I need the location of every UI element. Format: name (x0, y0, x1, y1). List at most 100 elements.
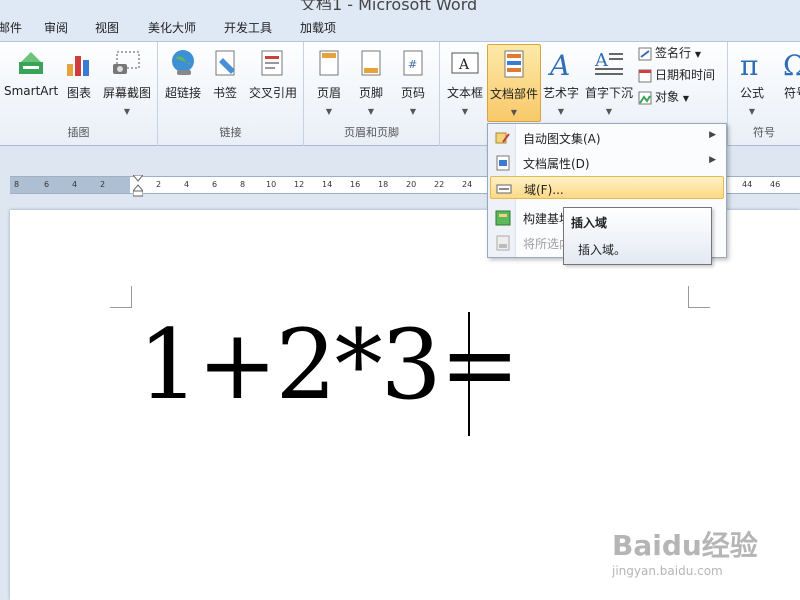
textbox-icon: A (449, 48, 481, 80)
watermark-url: jingyan.baidu.com (612, 564, 723, 578)
calendar-icon (638, 69, 652, 83)
tab-beautify[interactable]: 美化大师 (148, 19, 196, 36)
tooltip-description: 插入域。 (578, 243, 627, 257)
group-label-symbols: 符号 (753, 126, 775, 139)
chevron-down-icon: ▼ (510, 108, 518, 117)
ruler-label: 44 (742, 180, 753, 189)
svg-text:A: A (458, 57, 470, 73)
object-icon (638, 91, 652, 105)
margin-corner-top-left (110, 286, 132, 308)
pi-icon: π (736, 48, 768, 82)
tab-view[interactable]: 视图 (95, 19, 119, 36)
field-tooltip: 插入域 插入域。 (563, 207, 712, 265)
ruler-label: 6 (44, 180, 50, 189)
ruler-label: 8 (14, 180, 20, 189)
cross-reference-button[interactable]: 交叉引用 (246, 44, 300, 122)
ruler-label: 2 (156, 180, 162, 189)
group-label-links: 链接 (219, 126, 242, 139)
object-button[interactable]: 对象 ▼ (638, 88, 689, 110)
ruler-label: 10 (266, 180, 277, 189)
ruler-label: 4 (184, 180, 190, 189)
ruler-label: 12 (294, 180, 305, 189)
ruler-label: 6 (212, 180, 218, 189)
tab-review[interactable]: 审阅 (44, 19, 68, 36)
menu-item-document-property[interactable]: 文档属性(D) ▶ (490, 151, 724, 174)
chevron-down-icon: ▼ (461, 107, 469, 116)
menu-item-field[interactable]: 域(F)... (490, 176, 724, 199)
building-blocks-icon (495, 210, 511, 226)
group-label-illustrations: 插图 (67, 126, 90, 139)
ruler-label: 24 (462, 180, 473, 189)
wordart-icon: A (545, 48, 577, 82)
save-selection-icon (495, 235, 511, 251)
document-property-icon (495, 155, 511, 171)
watermark-logo: Baidu经验 (612, 529, 758, 562)
quick-parts-button[interactable]: 文档部件 ▼ (487, 44, 541, 122)
field-icon (496, 181, 512, 197)
ruler-label: 14 (322, 180, 333, 189)
ruler-label: 22 (434, 180, 445, 189)
chart-icon (63, 48, 95, 80)
cross-reference-icon (257, 48, 289, 80)
title-bar: 文档1 - Microsoft Word (0, 0, 800, 10)
bookmark-button[interactable]: 书签 (208, 44, 242, 122)
ruler-label: 2 (100, 180, 106, 189)
ruler-label: 18 (378, 180, 389, 189)
ruler-label: 20 (406, 180, 417, 189)
symbol-button[interactable]: Ω 符号 (776, 44, 800, 122)
tab-addins[interactable]: 加载项 (300, 19, 336, 36)
svg-text:Ω: Ω (783, 49, 800, 80)
signature-icon (638, 47, 652, 61)
screenshot-icon (111, 48, 143, 80)
globe-link-icon (167, 48, 199, 80)
textbox-button[interactable]: A 文本框 ▼ (444, 44, 486, 122)
chevron-down-icon: ▼ (325, 107, 333, 116)
screenshot-button[interactable]: 屏幕截图 ▼ (100, 44, 154, 122)
chevron-right-icon: ▶ (709, 130, 716, 140)
menu-item-autotext[interactable]: 自动图文集(A) ▶ (490, 126, 724, 149)
bookmark-icon (209, 48, 241, 80)
chevron-down-icon: ▼ (123, 107, 131, 116)
quick-parts-icon (498, 49, 530, 81)
wordart-button[interactable]: A 艺术字 ▼ (541, 44, 581, 122)
signature-line-button[interactable]: 签名行 ▼ (638, 44, 701, 66)
footer-button[interactable]: 页脚 ▼ (352, 44, 390, 122)
document-text[interactable]: 1+2*3= (138, 310, 520, 420)
chevron-down-icon: ▼ (409, 107, 417, 116)
smartart-button[interactable]: SmartArt (4, 44, 58, 122)
chevron-down-icon: ▼ (605, 107, 613, 116)
margin-corner-top-right (688, 286, 710, 308)
chart-button[interactable]: 图表 (62, 44, 96, 122)
chevron-down-icon: ▼ (557, 107, 565, 116)
footer-icon (355, 48, 387, 80)
chevron-down-icon: ▼ (682, 94, 689, 103)
equation-button[interactable]: π 公式 ▼ (732, 44, 772, 122)
header-icon (313, 48, 345, 80)
ruler-margin (10, 177, 130, 193)
group-label-header-footer: 页眉和页脚 (344, 126, 399, 139)
chevron-down-icon: ▼ (367, 107, 375, 116)
header-button[interactable]: 页眉 ▼ (310, 44, 348, 122)
smartart-icon (15, 48, 47, 80)
date-time-button[interactable]: 日期和时间 (638, 66, 715, 88)
ruler-label: 16 (350, 180, 361, 189)
group-links: 超链接 书签 交叉引用 链接 (158, 42, 304, 146)
tab-developer[interactable]: 开发工具 (224, 19, 272, 36)
text-cursor (468, 312, 470, 436)
chevron-down-icon: ▼ (694, 50, 701, 59)
tab-mail[interactable]: 邮件 (0, 19, 22, 36)
page-number-icon: # (397, 48, 429, 80)
svg-text:π: π (740, 49, 758, 80)
svg-text:#: # (408, 58, 417, 71)
group-illustrations: SmartArt 图表 屏幕截图 ▼ 插图 (0, 42, 158, 146)
hyperlink-button[interactable]: 超链接 (162, 44, 204, 122)
ruler-label: 4 (72, 180, 78, 189)
page-number-button[interactable]: # 页码 ▼ (394, 44, 432, 122)
svg-text:A: A (547, 49, 570, 80)
drop-cap-button[interactable]: A 首字下沉 ▼ (582, 44, 636, 122)
baidu-watermark: Baidu经验 jingyan.baidu.com (612, 518, 762, 586)
window-title: 文档1 - Microsoft Word (300, 0, 478, 10)
group-header-footer: 页眉 ▼ 页脚 ▼ # 页码 ▼ 页眉和页脚 (304, 42, 440, 146)
drop-cap-icon: A (593, 48, 625, 80)
indent-marker-icon[interactable] (131, 174, 145, 197)
